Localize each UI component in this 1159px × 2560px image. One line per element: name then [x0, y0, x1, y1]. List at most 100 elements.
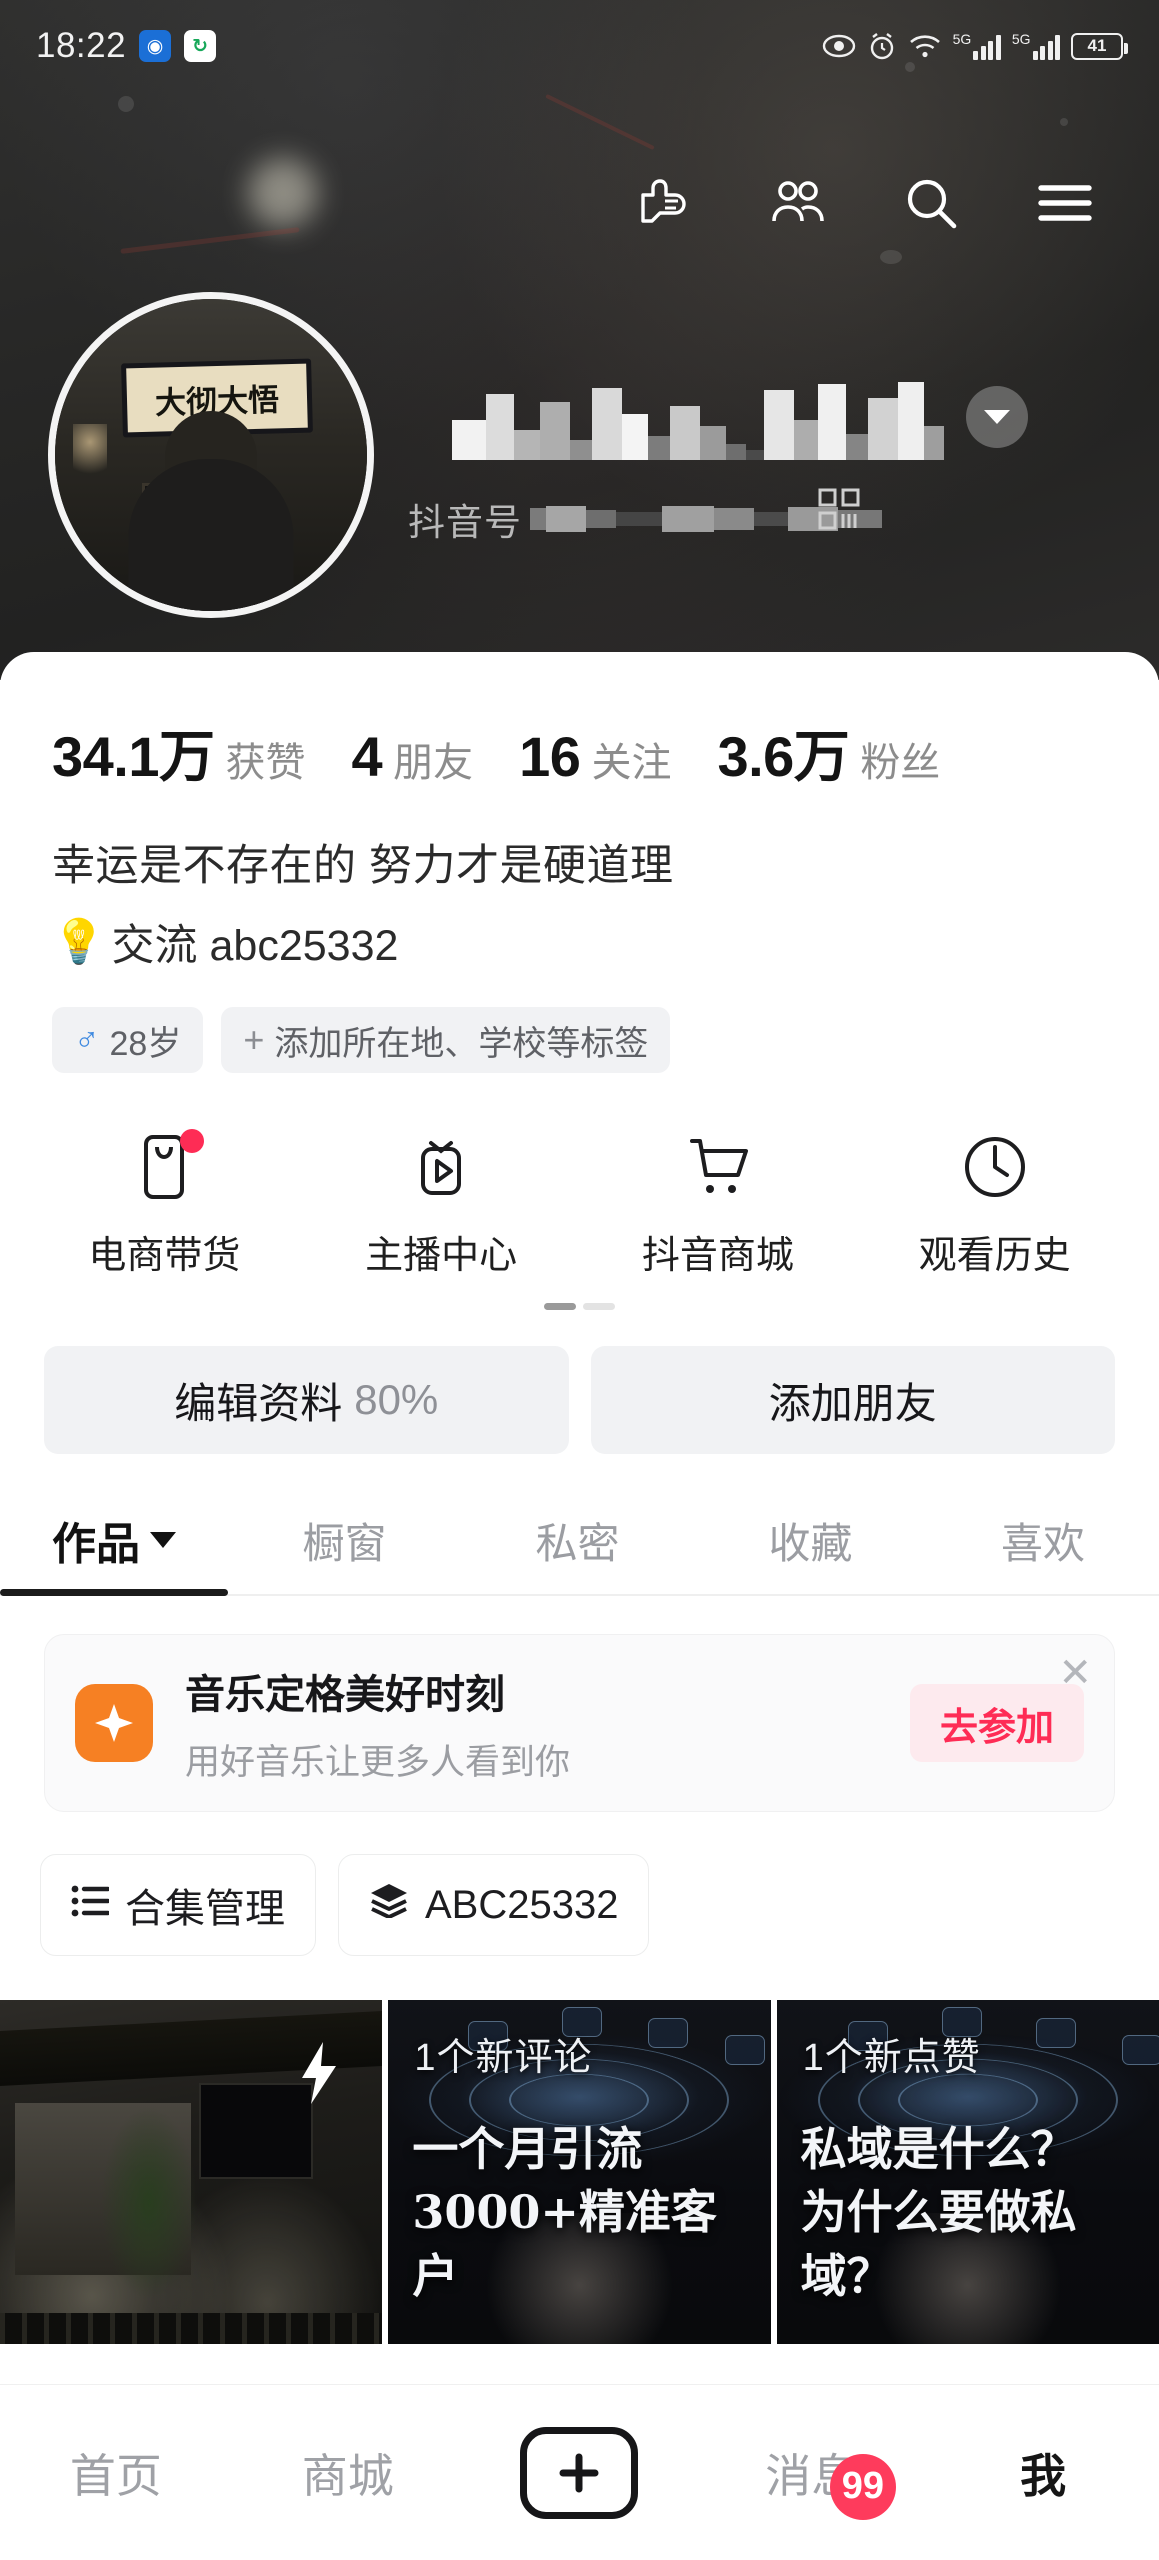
promo-banner[interactable]: 音乐定格美好时刻 用好音乐让更多人看到你 去参加 ✕: [44, 1634, 1115, 1812]
pager-dot-active: [544, 1303, 576, 1310]
stat-following[interactable]: 16 关注: [519, 724, 671, 789]
search-icon[interactable]: [899, 171, 963, 235]
pointing-hand-icon[interactable]: [631, 171, 695, 235]
ecommerce-bag-icon: [128, 1129, 205, 1203]
cover-speck: [118, 96, 134, 112]
profile-content-sheet: 34.1万 获赞 4 朋友 16 关注 3.6万 粉丝 幸运是不存在的 努力才是…: [0, 652, 1159, 2560]
quick-action-history[interactable]: 观看历史: [856, 1131, 1133, 1279]
network-label-2: 5G: [1011, 31, 1031, 47]
close-icon[interactable]: ✕: [1058, 1653, 1092, 1693]
male-gender-icon: ♂: [74, 1020, 100, 1059]
live-center-tv-icon: [405, 1131, 477, 1203]
plus-icon: +: [243, 1019, 265, 1060]
sync-app-icon: ↻: [184, 30, 217, 62]
chip-collection-manage-label: 合集管理: [125, 1887, 285, 1931]
sparkle-icon: [75, 1684, 153, 1762]
quick-actions-pager: [0, 1279, 1159, 1310]
video-cell-3[interactable]: 1个新点赞 私域是什么？ 为什么要做私域？: [776, 2000, 1159, 2344]
tag-add-label[interactable]: + 添加所在地、学校等标签: [221, 1007, 671, 1073]
add-friend-button[interactable]: 添加朋友: [590, 1346, 1115, 1454]
list-icon: [71, 1883, 111, 1928]
stat-following-value: 16: [519, 725, 581, 788]
video-grid: 1个新评论 一个月引流 3000+精准客户 1个新点赞 私域是什么？ 为什么要做私域…: [0, 2000, 1159, 2344]
video-1-plant: [99, 2103, 199, 2303]
avatar[interactable]: 大彻大悟: [48, 292, 374, 618]
quick-actions-row: 电商带货 主播中心 抖音商城 观看历史: [0, 1073, 1159, 1279]
tab-showcase[interactable]: 橱窗: [228, 1510, 461, 1571]
stat-friends[interactable]: 4 朋友: [352, 724, 474, 789]
bottom-nav-home[interactable]: 首页: [0, 2440, 232, 2506]
tag-add-label-text: 添加所在地、学校等标签: [274, 1024, 649, 1063]
chip-abc25332[interactable]: ABC25332: [338, 1854, 650, 1956]
bio-section[interactable]: 幸运是不存在的 努力才是硬道理 💡 交流 abc25332: [0, 793, 1159, 973]
stat-likes[interactable]: 34.1万 获赞: [52, 712, 306, 793]
avatar-lamp-glow: [73, 423, 107, 484]
shopping-cart-icon: [682, 1131, 754, 1203]
chip-abc25332-label: ABC25332: [425, 1882, 619, 1927]
status-bar-right: 5G 5G 41: [822, 31, 1128, 61]
bio-line-1: 幸运是不存在的 努力才是硬道理: [52, 842, 674, 890]
quick-action-live-center-label: 主播中心: [365, 1235, 518, 1277]
promo-text: 音乐定格美好时刻 用好音乐让更多人看到你: [185, 1662, 570, 1785]
avatar-person-body: [128, 459, 294, 611]
chip-collection-manage[interactable]: 合集管理: [40, 1854, 316, 1956]
quick-action-mall-label: 抖音商城: [641, 1235, 794, 1277]
bottom-nav-messages[interactable]: 消息 99: [695, 2440, 927, 2520]
lightning-bolt-icon: [296, 2040, 342, 2111]
wifi-icon: [908, 32, 942, 60]
tab-showcase-label: 橱窗: [302, 1519, 387, 1567]
cover-speck: [1060, 118, 1068, 126]
tab-liked[interactable]: 喜欢: [927, 1510, 1159, 1571]
edit-profile-button[interactable]: 编辑资料 80%: [44, 1346, 569, 1454]
tag-age[interactable]: ♂ 28岁: [52, 1007, 204, 1073]
battery-level: 41: [1087, 36, 1107, 55]
camera-app-icon: ◉: [139, 30, 172, 62]
video-2-badge: 1个新评论: [414, 2037, 593, 2079]
stat-followers[interactable]: 3.6万 粉丝: [717, 712, 940, 793]
status-time: 18:22: [36, 26, 127, 65]
tab-private[interactable]: 私密: [461, 1510, 694, 1571]
quick-action-mall[interactable]: 抖音商城: [580, 1131, 857, 1279]
friends-icon[interactable]: [765, 171, 829, 235]
edit-profile-label: 编辑资料: [174, 1379, 343, 1427]
tag-age-label: 28岁: [109, 1024, 182, 1063]
stat-friends-value: 4: [351, 725, 383, 788]
status-bar: 18:22 ◉ ↻ 5G 5G 41: [0, 0, 1159, 92]
qr-code-icon[interactable]: [818, 488, 860, 535]
top-navigation: [0, 148, 1159, 258]
cellular-1: 5G: [953, 32, 1001, 60]
username-row[interactable]: [452, 374, 1028, 460]
promo-join-button[interactable]: 去参加: [909, 1684, 1084, 1762]
bottom-nav-me-label: 我: [1020, 2449, 1067, 2502]
bottom-nav-create[interactable]: [464, 2426, 696, 2519]
douyin-id-row[interactable]: 抖音号: [408, 492, 882, 546]
bottom-nav-me[interactable]: 我: [927, 2440, 1159, 2506]
status-bar-left: 18:22 ◉ ↻: [36, 26, 217, 66]
tab-works[interactable]: 作品: [0, 1508, 228, 1572]
video-cell-1[interactable]: [0, 2000, 383, 2344]
messages-badge: 99: [829, 2453, 896, 2520]
alarm-icon: [867, 31, 897, 61]
tab-liked-label: 喜欢: [1000, 1519, 1085, 1567]
bottom-nav-mall-label: 商城: [301, 2449, 394, 2502]
chevron-down-icon[interactable]: [966, 386, 1028, 448]
pager-dot: [583, 1303, 615, 1310]
tab-favorites[interactable]: 收藏: [694, 1510, 927, 1571]
promo-title: 音乐定格美好时刻: [185, 1672, 505, 1717]
quick-action-history-label: 观看历史: [918, 1235, 1071, 1277]
active-tab-indicator: [0, 1589, 228, 1596]
battery-icon: 41: [1071, 32, 1128, 60]
stat-followers-value: 3.6万: [717, 725, 850, 788]
douyin-profile-screen: 18:22 ◉ ↻ 5G 5G 41 大彻大悟 抖音号 34.1万 获赞 4 朋…: [0, 0, 1159, 2560]
bottom-nav-mall[interactable]: 商城: [232, 2440, 464, 2506]
video-cell-2[interactable]: 1个新评论 一个月引流 3000+精准客户: [388, 2000, 771, 2344]
chevron-down-icon: [150, 1532, 176, 1548]
video-3-title: 私域是什么？ 为什么要做私域？: [800, 2122, 1077, 2303]
quick-action-ecommerce-label: 电商带货: [88, 1235, 241, 1277]
stat-likes-label: 获赞: [225, 741, 306, 785]
menu-icon[interactable]: [1033, 171, 1097, 235]
stat-followers-label: 粉丝: [860, 741, 941, 785]
quick-action-ecommerce[interactable]: 电商带货: [26, 1129, 303, 1279]
promo-subtitle: 用好音乐让更多人看到你: [185, 1742, 571, 1782]
quick-action-live-center[interactable]: 主播中心: [303, 1131, 580, 1279]
